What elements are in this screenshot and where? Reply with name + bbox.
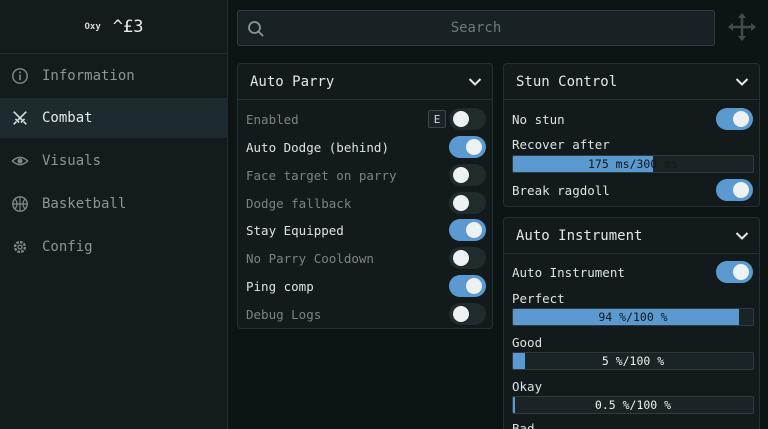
auto-instrument-toggle[interactable] — [716, 261, 753, 283]
auto-parry-panel: Auto Parry Enabled E Auto Dodge (behind)… — [237, 63, 493, 329]
toggle-knob — [453, 306, 469, 322]
sidebar-item-label: Combat — [42, 110, 93, 126]
face-target-toggle[interactable] — [449, 164, 486, 186]
setting-auto-dodge: Auto Dodge (behind) — [238, 133, 492, 161]
break-ragdoll-toggle[interactable] — [716, 179, 753, 201]
good-label: Good — [512, 335, 543, 350]
dodge-fallback-toggle[interactable] — [449, 192, 486, 214]
slider-value: 175 ms/300 ms — [587, 157, 678, 171]
debug-logs-toggle[interactable] — [449, 303, 486, 325]
toggle-knob — [453, 167, 469, 183]
move-icon[interactable] — [727, 12, 757, 42]
auto-dodge-toggle[interactable] — [449, 136, 486, 158]
recover-after-slider[interactable]: 175 ms/300 ms — [512, 155, 754, 173]
setting-dodge-fallback: Dodge fallback — [238, 189, 492, 217]
chevron-down-icon[interactable] — [735, 77, 749, 87]
setting-face-target: Face target on parry — [238, 161, 492, 189]
stun-control-header[interactable]: Stun Control — [504, 64, 759, 100]
basketball-icon — [10, 194, 30, 214]
brand-small-text: Oxy — [84, 21, 101, 32]
sidebar-item-visuals[interactable]: Visuals — [0, 141, 228, 181]
good-slider[interactable]: 5 %/100 % — [512, 352, 754, 370]
slider-value: 5 %/100 % — [601, 354, 665, 368]
okay-label: Okay — [512, 379, 543, 394]
setting-label: Auto Instrument — [512, 264, 625, 280]
slider-value: 94 %/100 % — [598, 310, 668, 324]
eye-icon — [10, 151, 30, 171]
keybind-badge[interactable]: E — [428, 110, 446, 128]
setting-break-ragdoll: Break ragdoll — [504, 176, 759, 204]
search-icon — [248, 21, 264, 37]
toggle-knob — [453, 250, 469, 266]
setting-label: Stay Equipped — [246, 222, 344, 238]
toggle-knob — [453, 195, 469, 211]
sidebar-item-basketball[interactable]: Basketball — [0, 184, 228, 224]
no-stun-toggle[interactable] — [716, 108, 753, 130]
search-input[interactable] — [238, 11, 714, 45]
setting-label: Dodge fallback — [246, 195, 352, 211]
setting-stay-equipped: Stay Equipped — [238, 216, 492, 244]
setting-label: Face target on parry — [246, 167, 397, 183]
enabled-toggle[interactable] — [449, 108, 486, 130]
toggle-knob — [733, 264, 749, 280]
toggle-knob — [466, 222, 482, 238]
setting-label: Enabled — [246, 111, 299, 127]
stun-control-panel: Stun Control No stun Recover after 175 m… — [503, 63, 760, 207]
auto-parry-title: Auto Parry — [250, 73, 335, 90]
auto-parry-header[interactable]: Auto Parry — [238, 64, 492, 100]
sidebar: Oxy ^£3 Information Combat Visuals Baske… — [0, 0, 228, 429]
auto-instrument-header[interactable]: Auto Instrument — [504, 218, 759, 254]
brand-logo: Oxy ^£3 — [0, 0, 228, 54]
toggle-knob — [453, 111, 469, 127]
setting-label: Ping comp — [246, 278, 314, 294]
auto-instrument-title: Auto Instrument — [516, 227, 643, 244]
sidebar-item-combat[interactable]: Combat — [0, 98, 228, 138]
info-icon — [10, 66, 30, 86]
setting-no-stun: No stun — [504, 105, 759, 133]
stun-control-title: Stun Control — [516, 73, 618, 90]
toggle-knob — [466, 278, 482, 294]
okay-slider[interactable]: 0.5 %/100 % — [512, 396, 754, 414]
perfect-label: Perfect — [512, 291, 565, 306]
gear-icon — [10, 237, 30, 257]
setting-auto-instrument: Auto Instrument — [504, 258, 759, 286]
chevron-down-icon[interactable] — [735, 231, 749, 241]
sidebar-item-label: Config — [42, 239, 93, 255]
setting-label: Auto Dodge (behind) — [246, 139, 389, 155]
setting-label: No stun — [512, 111, 565, 127]
sidebar-item-label: Basketball — [42, 196, 127, 212]
bad-label: Bad — [512, 421, 535, 429]
setting-enabled: Enabled E — [238, 105, 492, 133]
chevron-down-icon[interactable] — [468, 77, 482, 87]
search-bar — [237, 10, 715, 46]
setting-debug-logs: Debug Logs — [238, 300, 492, 328]
sidebar-item-information[interactable]: Information — [0, 56, 228, 96]
sidebar-item-config[interactable]: Config — [0, 227, 228, 267]
setting-ping-comp: Ping comp — [238, 272, 492, 300]
recover-after-label: Recover after — [512, 137, 610, 152]
toggle-knob — [733, 111, 749, 127]
setting-no-parry-cooldown: No Parry Cooldown — [238, 244, 492, 272]
auto-instrument-panel: Auto Instrument Auto Instrument Perfect … — [503, 217, 760, 429]
brand-title: ^£3 — [112, 16, 144, 37]
ping-comp-toggle[interactable] — [449, 275, 486, 297]
toggle-knob — [466, 139, 482, 155]
toggle-knob — [733, 182, 749, 198]
swords-icon — [10, 108, 30, 128]
stay-equipped-toggle[interactable] — [449, 219, 486, 241]
perfect-slider[interactable]: 94 %/100 % — [512, 308, 754, 326]
no-parry-cooldown-toggle[interactable] — [449, 247, 486, 269]
sidebar-item-label: Information — [42, 68, 135, 84]
setting-label: No Parry Cooldown — [246, 250, 374, 266]
setting-label: Debug Logs — [246, 306, 322, 322]
setting-label: Break ragdoll — [512, 182, 610, 198]
sidebar-item-label: Visuals — [42, 153, 102, 169]
slider-value: 0.5 %/100 % — [594, 398, 672, 412]
